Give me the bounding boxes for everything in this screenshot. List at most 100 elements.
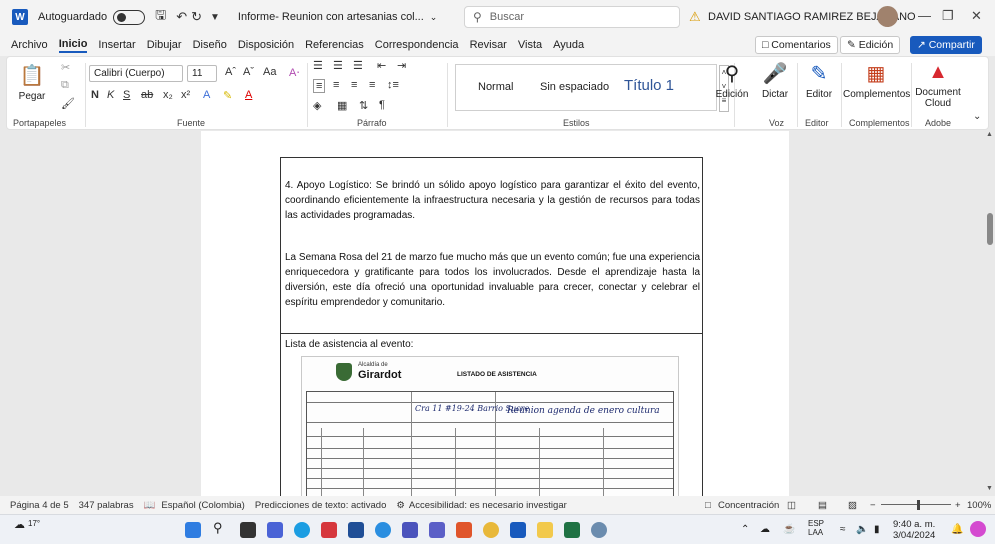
undo-icon[interactable]: ↶: [176, 9, 187, 25]
addins-button[interactable]: ▦ Complementos: [843, 61, 910, 100]
editing-mode-button[interactable]: ✎ Edición: [840, 36, 901, 54]
settings-gear-icon[interactable]: [591, 522, 607, 538]
save-icon[interactable]: 🖫: [155, 6, 166, 28]
status-words[interactable]: 347 palabras: [79, 500, 134, 511]
highlight-icon[interactable]: ✎: [223, 89, 232, 102]
scroll-up-icon[interactable]: ▲: [986, 131, 993, 138]
teams-meet-icon[interactable]: [267, 522, 283, 538]
paste-button[interactable]: 📋 Pegar: [15, 63, 49, 102]
menu-diseno[interactable]: Diseño: [193, 39, 227, 51]
shrink-font-icon[interactable]: Aˇ: [243, 66, 254, 78]
restore-icon[interactable]: ❐: [942, 8, 954, 24]
clear-format-icon[interactable]: A⋅: [289, 66, 300, 79]
grow-font-icon[interactable]: Aˆ: [225, 66, 236, 78]
format-painter-icon[interactable]: 🖌: [61, 97, 75, 110]
share-button[interactable]: ↗ Compartir: [910, 36, 982, 54]
comments-button[interactable]: □ Comentarios: [755, 36, 838, 54]
wifi-icon[interactable]: ≈: [840, 524, 846, 535]
style-normal[interactable]: Normal: [478, 81, 513, 93]
warning-icon[interactable]: ⚠: [689, 9, 701, 25]
weather-temp[interactable]: 17°: [28, 519, 40, 528]
teams-icon[interactable]: [402, 522, 418, 538]
justify-icon[interactable]: ≡: [369, 79, 375, 91]
align-right-icon[interactable]: ≡: [351, 79, 357, 91]
line-spacing-icon[interactable]: ↕≡: [387, 79, 399, 91]
attendance-heading[interactable]: Lista de asistencia al evento:: [285, 337, 700, 352]
taskbar-search-icon[interactable]: ⚲: [213, 520, 229, 536]
shading-icon[interactable]: ◈: [313, 99, 321, 112]
menu-archivo[interactable]: Archivo: [11, 39, 48, 51]
menu-disposicion[interactable]: Disposición: [238, 39, 294, 51]
language-indicator[interactable]: ESP LAA: [808, 519, 824, 537]
volume-icon[interactable]: 🔈: [856, 524, 868, 535]
attendance-scan-image[interactable]: Alcaldía de Girardot LISTADO DE ASISTENC…: [301, 356, 679, 496]
focus-icon[interactable]: □: [705, 500, 711, 511]
scroll-down-icon[interactable]: ▼: [986, 485, 993, 492]
superscript-icon[interactable]: x²: [181, 89, 190, 101]
align-center-icon[interactable]: ≡: [333, 79, 339, 91]
weather-icon[interactable]: ☁: [14, 518, 25, 531]
clock[interactable]: 9:40 a. m. 3/04/2024: [893, 519, 935, 541]
sort-icon[interactable]: ⇅: [359, 99, 368, 112]
scrollbar-thumb[interactable]: [987, 213, 993, 245]
bold-icon[interactable]: N: [91, 89, 99, 101]
copilot-icon[interactable]: [970, 521, 986, 537]
increase-indent-icon[interactable]: ⇥: [397, 59, 406, 72]
document-canvas[interactable]: 4. Apoyo Logístico: Se brindó un sólido …: [0, 131, 985, 496]
italic-icon[interactable]: K: [107, 89, 114, 101]
status-language[interactable]: Español (Colombia): [161, 500, 244, 511]
chevron-down-icon[interactable]: ⌄: [430, 12, 438, 23]
subscript-icon[interactable]: x₂: [163, 89, 173, 101]
menu-inicio[interactable]: Inicio: [58, 38, 88, 53]
chrome-icon[interactable]: [483, 522, 499, 538]
menu-revisar[interactable]: Revisar: [470, 39, 507, 51]
task-view-icon[interactable]: [240, 522, 256, 538]
close-icon[interactable]: ✕: [971, 8, 982, 24]
document-table[interactable]: 4. Apoyo Logístico: Se brindó un sólido …: [280, 157, 703, 496]
multilevel-list-icon[interactable]: ☰: [353, 59, 363, 72]
menu-insertar[interactable]: Insertar: [98, 39, 135, 51]
pilcrow-icon[interactable]: ¶: [379, 99, 385, 111]
font-size-select[interactable]: 11: [187, 65, 217, 82]
status-focus[interactable]: Concentración: [718, 500, 779, 511]
collapse-ribbon-icon[interactable]: ⌄: [973, 111, 981, 122]
menu-vista[interactable]: Vista: [518, 39, 542, 51]
battery-icon[interactable]: ▮: [874, 524, 880, 535]
strikethrough-icon[interactable]: ab: [141, 89, 153, 101]
read-mode-icon[interactable]: ◫: [787, 500, 796, 511]
notification-bell-icon[interactable]: 🔔: [951, 524, 963, 535]
excel-icon[interactable]: [564, 522, 580, 538]
web-layout-icon[interactable]: ▨: [848, 500, 857, 511]
zoom-out-icon[interactable]: −: [870, 500, 876, 511]
redo-icon[interactable]: ↻: [191, 9, 202, 25]
style-heading-1[interactable]: Título 1: [624, 77, 674, 94]
start-icon[interactable]: [185, 522, 201, 538]
file-explorer-icon[interactable]: [537, 522, 553, 538]
menu-ayuda[interactable]: Ayuda: [553, 39, 584, 51]
change-case-icon[interactable]: Aa: [263, 66, 276, 78]
decrease-indent-icon[interactable]: ⇤: [377, 59, 386, 72]
numbering-icon[interactable]: ☰: [333, 59, 343, 72]
tray-app-icon[interactable]: ☕: [783, 524, 795, 535]
zoom-slider-thumb[interactable]: [917, 500, 920, 510]
settings-app-icon[interactable]: [375, 522, 391, 538]
status-predictions[interactable]: Predicciones de texto: activado: [255, 500, 387, 511]
style-no-spacing[interactable]: Sin espaciado: [540, 81, 609, 93]
menu-referencias[interactable]: Referencias: [305, 39, 364, 51]
text-effects-icon[interactable]: A: [203, 89, 210, 101]
print-layout-icon[interactable]: ▤: [818, 500, 827, 511]
teams-work-icon[interactable]: [429, 522, 445, 538]
customize-icon[interactable]: ▼: [210, 12, 220, 23]
tray-cloud-icon[interactable]: ☁: [760, 524, 770, 535]
dictate-button[interactable]: 🎤 Dictar: [755, 61, 795, 100]
editor-button[interactable]: ✎ Editor: [799, 61, 839, 100]
zoom-in-icon[interactable]: +: [955, 500, 961, 511]
edge-icon[interactable]: [294, 522, 310, 538]
vertical-scrollbar[interactable]: ▲ ▼: [985, 131, 995, 496]
font-color-icon[interactable]: A: [245, 89, 252, 101]
borders-icon[interactable]: ▦: [337, 99, 347, 112]
word-taskbar-icon[interactable]: [510, 522, 526, 538]
tray-chevron-icon[interactable]: ⌃: [741, 524, 749, 535]
document-cloud-button[interactable]: ▲ Document Cloud: [913, 61, 963, 109]
zoom-slider[interactable]: [881, 504, 951, 505]
